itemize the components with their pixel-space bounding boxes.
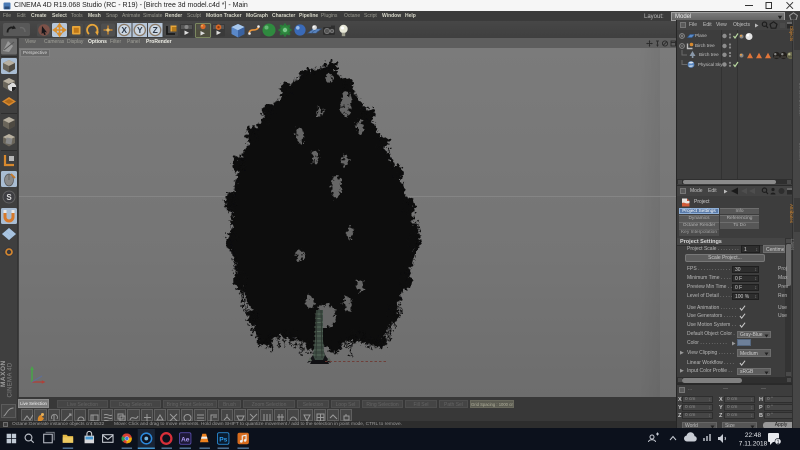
svg-text:Y: Y	[137, 25, 143, 35]
svg-text:7.11.2018: 7.11.2018	[739, 441, 768, 448]
svg-text:Ps: Ps	[219, 436, 227, 443]
svg-text:Ae: Ae	[181, 436, 190, 443]
svg-text:S: S	[6, 193, 12, 202]
svg-text:X: X	[121, 25, 127, 35]
svg-text:22:48: 22:48	[745, 432, 762, 439]
svg-text:Z: Z	[153, 25, 158, 35]
